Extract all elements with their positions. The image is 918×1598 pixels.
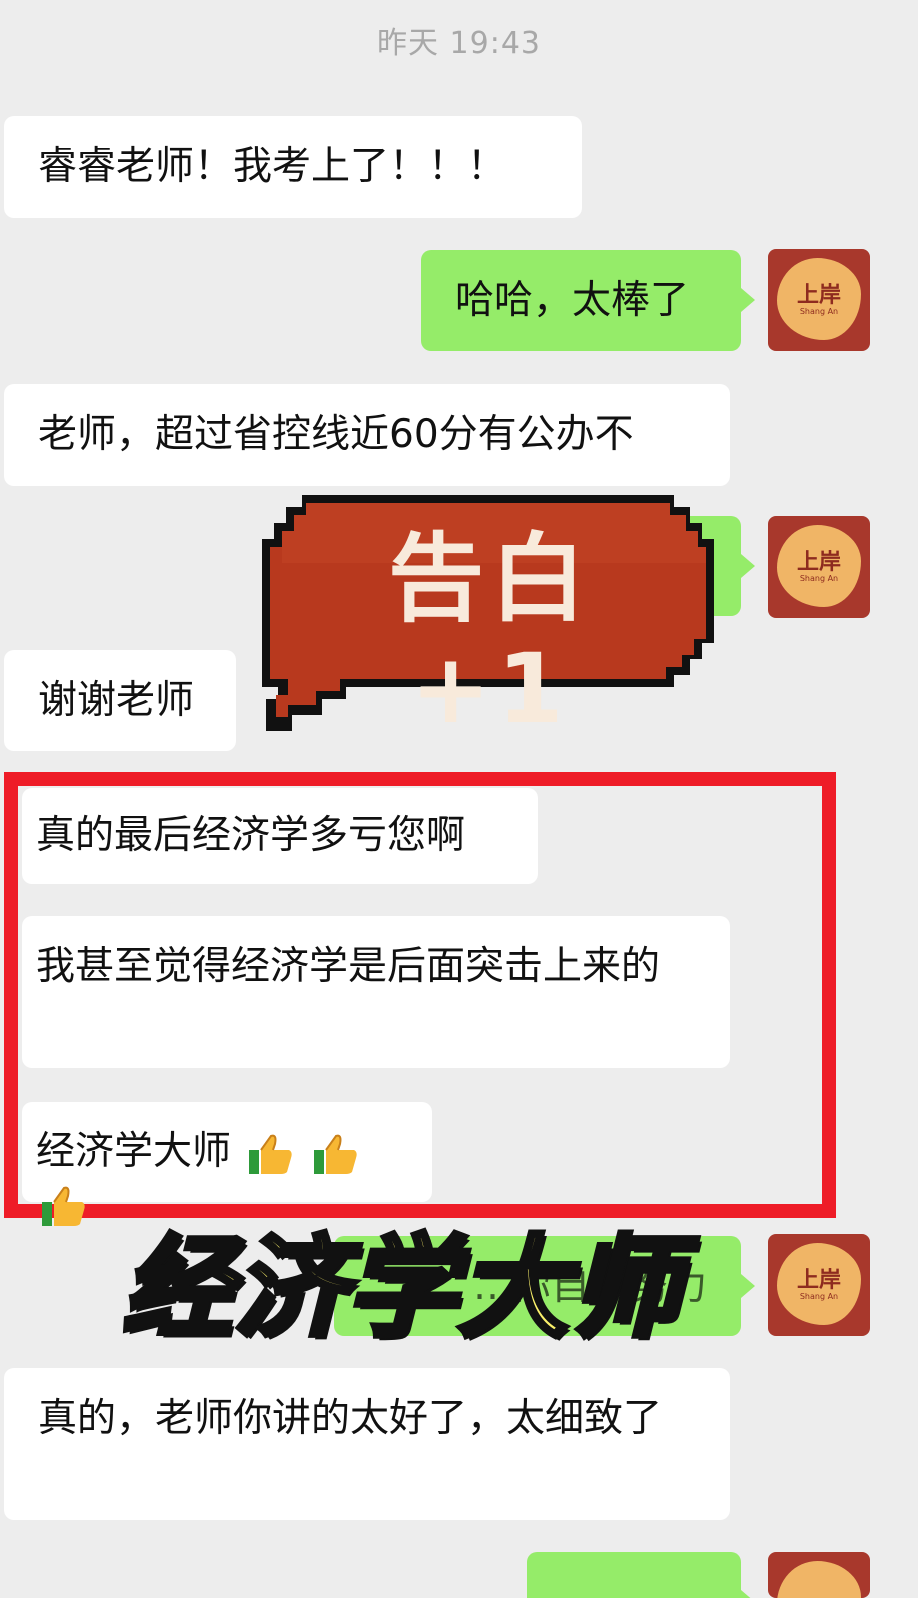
incoming-message[interactable]: 我甚至觉得经济学是后面突击上来的: [22, 916, 730, 1068]
avatar-label: 上岸: [796, 283, 841, 308]
avatar-sublabel: Shang An: [799, 307, 839, 316]
message-timestamp: 昨天 19:43: [377, 26, 541, 61]
video-caption: 经济学大师: [120, 1224, 683, 1352]
incoming-message[interactable]: 老师，超过省控线近60分有公办不: [4, 384, 730, 486]
message-text: 真的最后经济学多亏您啊: [36, 813, 466, 858]
incoming-message[interactable]: 真的最后经济学多亏您啊: [22, 788, 538, 884]
avatar-sublabel: Shang An: [799, 574, 839, 583]
message-text: 谢谢老师: [38, 678, 195, 723]
message-text: 睿睿老师！我考上了！！！: [38, 144, 507, 189]
avatar-logo-icon: [777, 1561, 861, 1598]
incoming-message[interactable]: 谢谢老师: [4, 650, 236, 751]
incoming-message[interactable]: 真的，老师你讲的太好了，太细致了: [4, 1368, 730, 1520]
outgoing-message[interactable]: 哈哈，太棒了: [421, 250, 755, 351]
incoming-message[interactable]: 睿睿老师！我考上了！！！: [4, 116, 582, 218]
thumbs-up-icon: [247, 1130, 295, 1178]
badge-label: 告白 +1: [388, 523, 592, 745]
avatar[interactable]: 上岸 Shang An: [768, 249, 870, 351]
chat-screen: 昨天 19:43 睿睿老师！我考上了！！！ 哈哈，太棒了 上岸 Shang An…: [0, 0, 918, 1598]
avatar[interactable]: 上岸 Shang An: [768, 516, 870, 618]
message-text: 哈哈，太棒了: [455, 278, 690, 323]
avatar[interactable]: 上岸 Shang An: [768, 1234, 870, 1336]
message-text: 我甚至觉得经济学是后面突击上来的: [36, 944, 661, 989]
message-text: 老师，超过省控线近60分有公办不: [38, 412, 634, 457]
thumbs-up-icon: [40, 1182, 88, 1230]
avatar[interactable]: [768, 1552, 870, 1598]
outgoing-message[interactable]: [527, 1552, 755, 1598]
avatar-label: 上岸: [796, 550, 841, 575]
message-text: 真的，老师你讲的太好了，太细致了: [38, 1396, 663, 1441]
avatar-sublabel: Shang An: [799, 1292, 839, 1301]
incoming-message[interactable]: 经济学大师: [22, 1102, 432, 1226]
avatar-label: 上岸: [796, 1268, 841, 1293]
thumbs-up-icon: [312, 1130, 360, 1178]
message-text: 经济学大师: [36, 1129, 232, 1174]
